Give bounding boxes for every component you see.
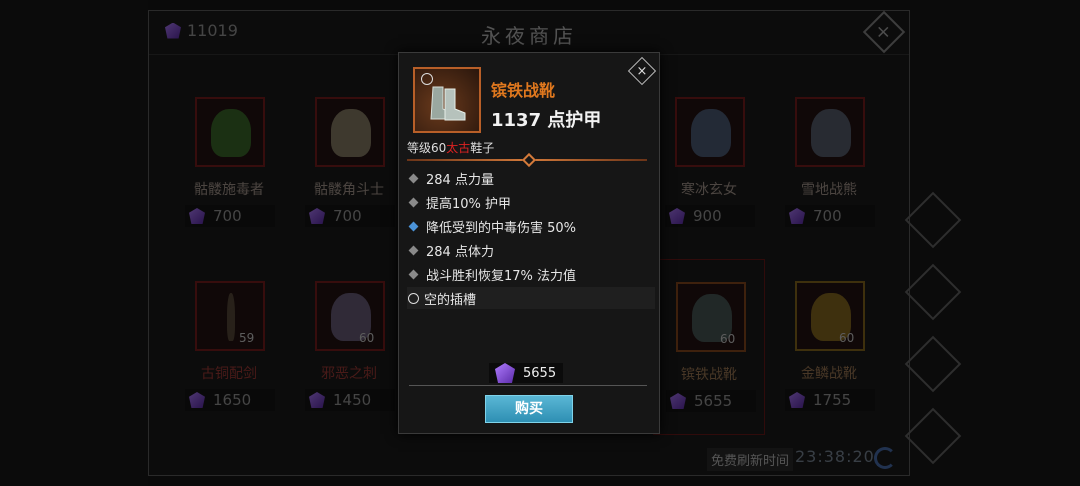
gem-icon: [189, 208, 205, 224]
card-price: 1450: [305, 389, 395, 411]
skeleton-gladiator-portrait: [331, 109, 371, 157]
card-price: 1650: [185, 389, 275, 411]
shop-title: 永夜商店: [481, 24, 577, 48]
item-stat: 提高10% 护甲: [407, 191, 655, 213]
item-level: 等级60: [407, 141, 447, 155]
refresh-label: 免费刷新时间: [707, 448, 794, 471]
refresh-icon[interactable]: [874, 447, 896, 469]
card-price: 5655: [666, 390, 756, 412]
card-portrait: [195, 281, 265, 351]
item-rarity: 太古: [446, 141, 471, 155]
item-meta: 等级60太古鞋子: [407, 139, 494, 156]
boots-icon: [430, 86, 466, 121]
tooltip-close-button[interactable]: ×: [627, 56, 657, 86]
card-portrait: [675, 97, 745, 167]
close-icon: ×: [636, 63, 648, 79]
diamond-bullet-icon: [408, 197, 419, 207]
card-price: 1755: [785, 389, 875, 411]
card-level: 60: [839, 331, 855, 345]
card-level: 60: [359, 331, 375, 345]
diamond-bullet-icon: [408, 173, 419, 183]
shop-card[interactable]: 60 金鳞战靴 1755: [773, 259, 885, 435]
empty-socket: 空的插槽: [407, 287, 655, 309]
diamond-bullet-icon: [408, 245, 419, 255]
card-name: 邪恶之刺: [321, 366, 377, 382]
shop-card[interactable]: 寒冰玄女 900: [653, 75, 765, 251]
diamond-bullet-icon: [408, 221, 419, 231]
item-slot-type: 鞋子: [470, 141, 495, 155]
divider-ornament: [521, 152, 537, 168]
ice-maiden-portrait: [691, 109, 731, 157]
gem-icon: [789, 208, 805, 224]
shop-card[interactable]: 59 古铜配剑 1650: [173, 259, 285, 435]
shop-card[interactable]: 骷髅施毒者 700: [173, 75, 285, 251]
gem-icon: [309, 208, 325, 224]
gem-icon: [670, 393, 686, 409]
shop-card[interactable]: 60 邪恶之刺 1450: [293, 259, 405, 435]
card-price: 700: [185, 205, 275, 227]
card-name: 骷髅施毒者: [194, 182, 264, 198]
item-icon-frame: [413, 67, 481, 133]
card-level: 60: [720, 332, 736, 346]
card-portrait: [676, 282, 746, 352]
card-name: 镔铁战靴: [681, 367, 737, 383]
card-name: 寒冰玄女: [681, 182, 737, 198]
card-name: 骷髅角斗士: [314, 182, 384, 198]
diamond-bullet-icon: [408, 269, 419, 279]
card-level: 59: [239, 331, 255, 345]
item-name: 镔铁战靴: [491, 81, 556, 100]
item-stat: 284 点力量: [407, 167, 655, 189]
gem-icon: [309, 392, 325, 408]
item-armor: 1137 点护甲: [491, 110, 602, 131]
refresh-timer: 23:38:20: [795, 447, 875, 466]
card-portrait: [795, 281, 865, 351]
card-portrait: [795, 97, 865, 167]
item-price-value: 5655: [523, 365, 557, 381]
gem-icon: [189, 392, 205, 408]
card-name: 金鳞战靴: [801, 366, 857, 382]
shop-header: 11019 永夜商店 ×: [149, 10, 909, 55]
skeleton-poisoner-portrait: [211, 109, 251, 157]
divider: [409, 385, 647, 386]
gem-icon: [789, 392, 805, 408]
item-stat: 降低受到的中毒伤害 50%: [407, 215, 655, 237]
socket-icon: [408, 292, 419, 304]
item-stat: 284 点体力: [407, 239, 655, 261]
card-price: 700: [785, 205, 875, 227]
shop-card-selected[interactable]: 60 镔铁战靴 5655: [653, 259, 765, 435]
gem-icon: [495, 363, 515, 383]
snow-bear-portrait: [811, 109, 851, 157]
card-name: 古铜配剑: [201, 366, 257, 382]
card-price: 700: [305, 205, 395, 227]
sword-icon: [227, 293, 235, 341]
item-tooltip: × 镔铁战靴 1137 点护甲 等级60太古鞋子 284 点力量 提高10% 护…: [398, 52, 660, 434]
left-background: [0, 0, 148, 486]
close-icon: ×: [876, 21, 892, 43]
card-portrait: [195, 97, 265, 167]
card-portrait: [315, 281, 385, 351]
card-portrait: [315, 97, 385, 167]
card-name: 雪地战熊: [801, 182, 857, 198]
item-price: 5655: [489, 363, 563, 383]
shop-card[interactable]: 骷髅角斗士 700: [293, 75, 405, 251]
item-stat: 战斗胜利恢复17% 法力值: [407, 263, 655, 285]
gem-icon: [669, 208, 685, 224]
buy-button[interactable]: 购买: [485, 395, 573, 423]
shop-card[interactable]: 雪地战熊 700: [773, 75, 885, 251]
card-price: 900: [665, 205, 755, 227]
